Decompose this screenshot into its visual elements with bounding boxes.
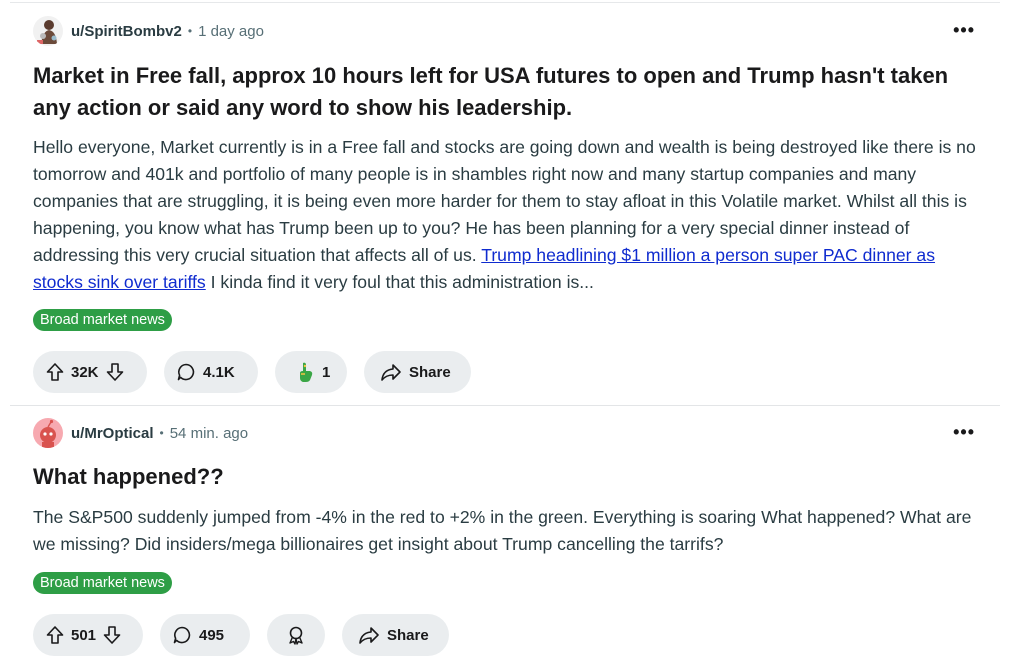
post-divider <box>10 405 1000 406</box>
post-title[interactable]: What happened?? <box>33 461 980 493</box>
username[interactable]: u/MrOptical <box>71 425 154 442</box>
post-card[interactable]: u/MrOptical • 54 min. ago ••• What happe… <box>10 408 1000 668</box>
vote-count: 32K <box>71 363 99 381</box>
post-body[interactable]: Hello everyone, Market currently is in a… <box>33 134 983 296</box>
share-arrow-icon <box>380 362 402 382</box>
more-options-button[interactable]: ••• <box>953 422 975 443</box>
comment-bubble-icon <box>172 625 192 645</box>
meta-separator: • <box>159 426 164 440</box>
vote-count: 501 <box>71 626 97 644</box>
post-actions: 501 495 Share <box>33 614 449 656</box>
arrow-down-icon[interactable] <box>102 625 122 645</box>
post-card[interactable]: u/SpiritBombv2 • 1 day ago ••• Market in… <box>10 6 1000 402</box>
award-icon <box>286 625 306 645</box>
comments-button[interactable]: 495 <box>160 614 250 656</box>
vote-control: 32K <box>33 351 147 393</box>
share-button[interactable]: Share <box>342 614 449 656</box>
user-avatar[interactable] <box>33 418 63 448</box>
post-flair[interactable]: Broad market news <box>33 309 172 331</box>
award-button[interactable]: 1 <box>275 351 347 393</box>
comments-button[interactable]: 4.1K <box>164 351 258 393</box>
award-icon <box>295 361 315 383</box>
post-meta: u/SpiritBombv2 • 1 day ago <box>33 16 264 46</box>
post-time: 1 day ago <box>198 22 264 40</box>
comment-count: 495 <box>199 626 225 644</box>
post-meta: u/MrOptical • 54 min. ago <box>33 418 248 448</box>
post-body[interactable]: The S&P500 suddenly jumped from -4% in t… <box>33 504 983 558</box>
arrow-up-icon[interactable] <box>45 625 65 645</box>
arrow-up-icon[interactable] <box>45 362 65 382</box>
comment-count: 4.1K <box>203 363 235 381</box>
award-button[interactable] <box>267 614 325 656</box>
post-title[interactable]: Market in Free fall, approx 10 hours lef… <box>33 60 980 124</box>
vote-control: 501 <box>33 614 143 656</box>
post-body-tail: I kinda find it very foul that this admi… <box>205 272 594 292</box>
comment-bubble-icon <box>176 362 196 382</box>
post-flair[interactable]: Broad market news <box>33 572 172 594</box>
share-label: Share <box>387 626 429 644</box>
share-label: Share <box>409 363 451 381</box>
post-actions: 32K 4.1K 1 Share <box>33 351 471 393</box>
arrow-down-icon[interactable] <box>105 362 125 382</box>
post-time: 54 min. ago <box>169 424 249 442</box>
share-arrow-icon <box>358 625 380 645</box>
username[interactable]: u/SpiritBombv2 <box>71 23 182 40</box>
user-avatar[interactable] <box>33 16 63 46</box>
meta-separator: • <box>187 24 193 38</box>
award-count: 1 <box>322 363 331 381</box>
top-divider <box>10 2 1000 3</box>
share-button[interactable]: Share <box>364 351 471 393</box>
more-options-button[interactable]: ••• <box>953 20 975 41</box>
